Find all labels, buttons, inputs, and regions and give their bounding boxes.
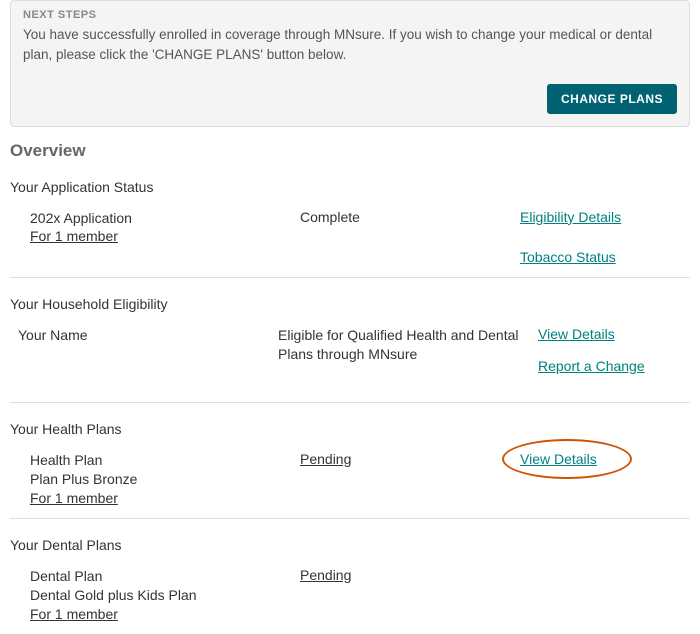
- divider: [10, 402, 690, 403]
- health-plan-view-details-link[interactable]: View Details: [520, 451, 597, 467]
- application-status-section: Your Application Status 202x Application…: [10, 179, 690, 265]
- application-status-title: Your Application Status: [10, 179, 690, 195]
- report-change-link[interactable]: Report a Change: [538, 358, 645, 374]
- dental-plan-status: Pending: [300, 567, 351, 583]
- health-plan-member-link[interactable]: For 1 member: [30, 490, 118, 506]
- next-steps-panel: NEXT STEPS You have successfully enrolle…: [10, 0, 690, 127]
- health-plan-subname: Plan Plus Bronze: [30, 470, 300, 490]
- divider: [10, 518, 690, 519]
- application-status-value: Complete: [300, 209, 360, 225]
- overview-title: Overview: [10, 141, 690, 161]
- application-member-link[interactable]: For 1 member: [30, 228, 118, 244]
- health-plans-section: Your Health Plans Health Plan Plan Plus …: [10, 421, 690, 506]
- dental-plans-title: Your Dental Plans: [10, 537, 690, 553]
- tobacco-status-link[interactable]: Tobacco Status: [520, 249, 616, 265]
- dental-plan-subname: Dental Gold plus Kids Plan: [30, 586, 300, 606]
- eligibility-details-link[interactable]: Eligibility Details: [520, 209, 621, 225]
- dental-plan-member-link[interactable]: For 1 member: [30, 606, 118, 622]
- divider: [10, 277, 690, 278]
- change-plans-button[interactable]: CHANGE PLANS: [547, 84, 677, 114]
- health-plan-status: Pending: [300, 451, 351, 467]
- household-eligibility-text: Eligible for Qualified Health and Dental…: [278, 326, 538, 365]
- health-plans-title: Your Health Plans: [10, 421, 690, 437]
- next-steps-title: NEXT STEPS: [23, 9, 677, 21]
- household-eligibility-section: Your Household Eligibility Your Name Eli…: [10, 296, 690, 374]
- household-view-details-link[interactable]: View Details: [538, 326, 615, 342]
- health-plan-name: Health Plan: [30, 451, 300, 471]
- next-steps-text: You have successfully enrolled in covera…: [23, 25, 677, 66]
- application-name: 202x Application: [30, 209, 300, 229]
- dental-plans-section: Your Dental Plans Dental Plan Dental Gol…: [10, 537, 690, 622]
- household-eligibility-title: Your Household Eligibility: [10, 296, 690, 312]
- household-name: Your Name: [18, 327, 88, 343]
- dental-plan-name: Dental Plan: [30, 567, 300, 587]
